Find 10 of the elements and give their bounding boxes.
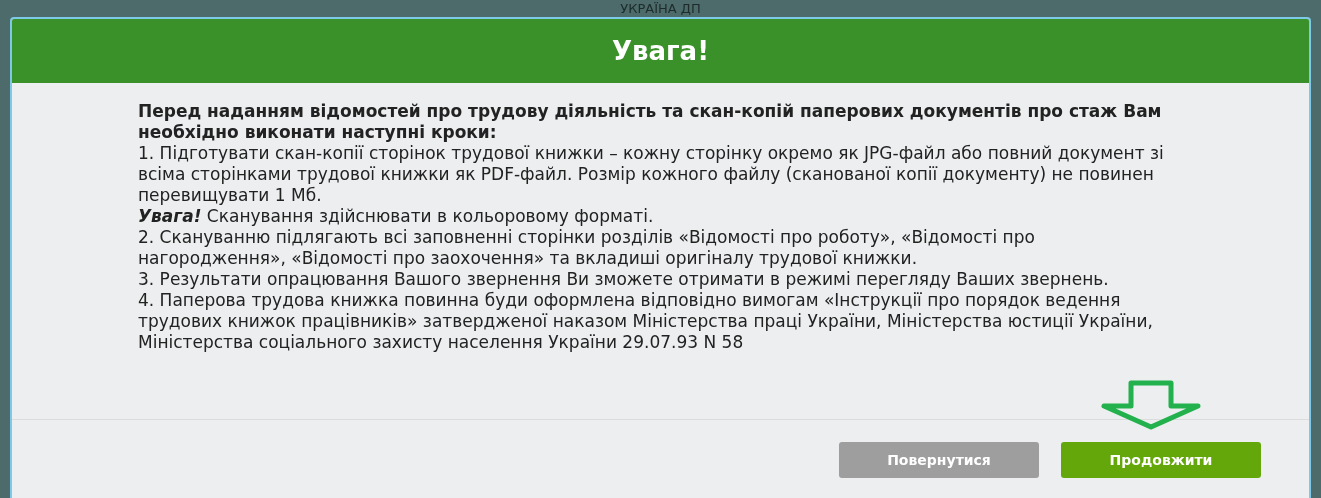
dialog-title: Увага! <box>612 34 709 68</box>
back-button[interactable]: Повернутися <box>839 442 1039 478</box>
step-text: 1. Підготувати скан-копії сторінок трудової книжки – кожну сторінку окремо як JPG-файл або повний документ зі всіма сторінками трудової книжки як PDF-файл. Розмір кожного файлу (сканованої копії документу) не повинен перевищувати 1 Мб. <box>138 143 1165 206</box>
warning-note: Увага! Сканування здійснювати в кольоровому форматі. <box>138 206 655 227</box>
intro-text: Перед наданням відомостей про трудову діяльність та скан-копій паперових документів про стаж Вам необхідно виконати наступні кроки: <box>138 101 1163 143</box>
continue-button[interactable]: Продовжити <box>1061 442 1261 478</box>
step-text: 4. Паперова трудова книжка повинна буди оформлена відповідно вимогам «Інструкції про порядок ведення трудових книжок працівників» затвердженої наказом Міністерства праці України, Міністерства юстиції України, Міністерства соціального захисту населення України 29.07.93 N 58 <box>138 290 1154 353</box>
step-text: 3. Результати опрацювання Вашого звернення Ви зможете отримати в режимі перегляду Ваших звернень. <box>138 269 1110 290</box>
page-title: УКРАЇНА ДП <box>620 1 701 17</box>
step-text: 2. Скануванню підлягають всі заповненні сторінки розділів «Відомості про роботу», «Відомості про нагородження», «Відомості про заохочення» та вкладиші оригіналу трудової книжки. <box>138 227 1036 269</box>
